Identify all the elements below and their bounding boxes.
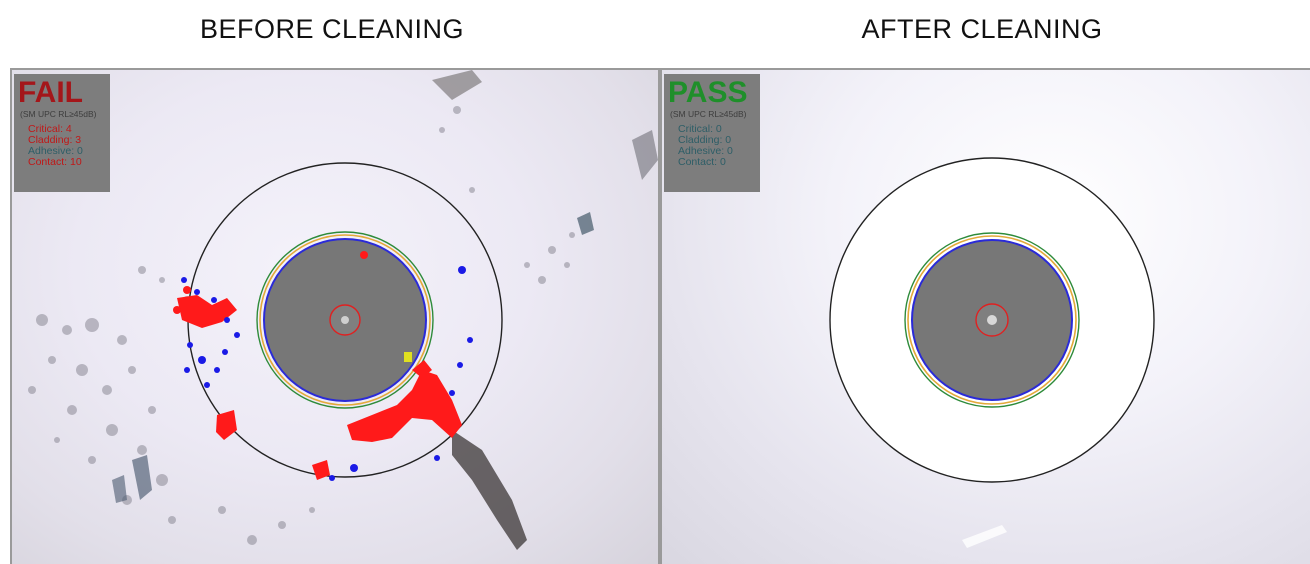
inspection-result-panel: PASS (SM UPC RL≥45dB) Critical: 0 Claddi… — [664, 74, 760, 192]
adhesive-speck — [404, 352, 412, 362]
debris-streak — [112, 475, 127, 503]
spec-label: (SM UPC RL≥45dB) — [20, 109, 97, 119]
core-center — [341, 316, 349, 324]
debris-streak — [132, 455, 152, 500]
defect-counts: Critical: 0 Cladding: 0 Adhesive: 0 Cont… — [664, 124, 760, 168]
core-center — [987, 315, 997, 325]
contact-count: Contact: 0 — [678, 156, 726, 168]
before-cleaning-heading: BEFORE CLEANING — [199, 14, 465, 44]
light-glare — [962, 525, 1007, 548]
defect-counts: Critical: 4 Cladding: 3 Adhesive: 0 Cont… — [14, 124, 110, 168]
after-cleaning-heading: AFTER CLEANING — [861, 14, 1103, 44]
debris-streak — [632, 130, 658, 180]
debris-streak — [577, 212, 594, 235]
before-inspection-image: FAIL (SM UPC RL≥45dB) Critical: 4 Claddi… — [10, 68, 660, 564]
spec-label: (SM UPC RL≥45dB) — [670, 109, 747, 119]
contact-count: Contact: 10 — [28, 156, 82, 168]
debris-streak — [432, 70, 482, 100]
pass-status: PASS — [668, 76, 748, 109]
debris-streak — [452, 430, 527, 550]
after-inspection-image: PASS (SM UPC RL≥45dB) Critical: 0 Claddi… — [660, 68, 1310, 564]
fail-status: FAIL — [18, 76, 83, 109]
inspection-result-panel: FAIL (SM UPC RL≥45dB) Critical: 4 Claddi… — [14, 74, 110, 192]
